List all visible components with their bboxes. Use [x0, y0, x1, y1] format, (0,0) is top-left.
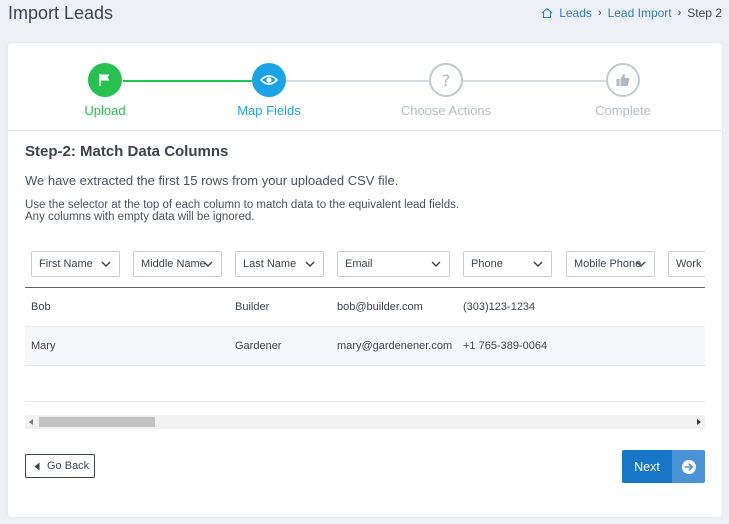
row-divider — [25, 365, 705, 366]
chevron-down-icon — [203, 261, 213, 267]
column-select-first-name[interactable]: First Name — [31, 251, 120, 277]
step-map-fields-circle — [252, 63, 286, 97]
intro-text: We have extracted the first 15 rows from… — [25, 173, 399, 188]
column-select-last-name[interactable]: Last Name — [235, 251, 324, 277]
go-back-label: Go Back — [47, 460, 90, 472]
step-upload-circle — [88, 63, 122, 97]
progress-steps: Upload Map Fields ? Choose Actions Compl… — [8, 43, 722, 131]
cell-phone: (303)123-1234 — [463, 301, 536, 313]
cell-first-name: Mary — [31, 340, 56, 352]
column-select-label: Last Name — [243, 258, 297, 270]
column-select-middle-name[interactable]: Middle Name — [133, 251, 222, 277]
column-select-label: First Name — [39, 258, 93, 270]
thumbs-up-icon — [616, 73, 630, 86]
eye-icon — [260, 75, 278, 85]
step-complete-label: Complete — [595, 103, 651, 118]
cell-first-name: Bob — [31, 301, 51, 313]
column-select-label: Email — [345, 258, 373, 270]
column-select-phone[interactable]: Phone — [463, 251, 552, 277]
row-divider — [25, 401, 705, 402]
column-select-label: Phone — [471, 258, 503, 270]
column-select-email[interactable]: Email — [337, 251, 450, 277]
step-choose-actions-label: Choose Actions — [400, 103, 492, 118]
breadcrumb: Leads › Lead Import › Step 2 — [541, 6, 722, 20]
cell-phone: +1 765-389-0064 — [463, 340, 548, 352]
top-bar: Import Leads Leads › Lead Import › Step … — [0, 0, 729, 40]
step-map-fields: Map Fields — [209, 63, 329, 118]
column-select-mobile-phone[interactable]: Mobile Phone — [566, 251, 655, 277]
step-upload: Upload — [45, 63, 165, 118]
help-text-line2: Any columns with empty data will be igno… — [25, 211, 255, 223]
step-complete: Complete — [563, 63, 683, 118]
chevron-down-icon — [533, 261, 543, 267]
next-icon-area — [672, 450, 705, 483]
cell-last-name: Gardener — [235, 340, 282, 352]
chevron-down-icon — [305, 261, 315, 267]
question-icon: ? — [441, 70, 451, 90]
step-upload-label: Upload — [84, 103, 126, 118]
breadcrumb-current: Step 2 — [687, 6, 722, 20]
step-choose-actions-circle: ? — [429, 63, 463, 97]
column-select-work-phone[interactable]: Work Phone — [668, 251, 705, 277]
step-content: Step-2: Match Data Columns We have extra… — [25, 143, 705, 223]
data-grid: First Name Middle Name Last Name Email P… — [25, 243, 705, 426]
column-select-label: Work Phone — [676, 258, 705, 270]
page-title: Import Leads — [8, 3, 114, 23]
cell-last-name: Builder — [235, 301, 270, 313]
breadcrumb-leads-link[interactable]: Leads — [559, 6, 592, 20]
cell-email: mary@gardenener.com — [337, 340, 453, 352]
go-back-button[interactable]: Go Back — [25, 454, 95, 478]
column-select-label: Mobile Phone — [574, 258, 642, 270]
caret-left-icon — [34, 462, 40, 470]
chevron-down-icon — [636, 261, 646, 267]
column-select-label: Middle Name — [141, 258, 206, 270]
step-complete-circle — [606, 63, 640, 97]
chevron-down-icon — [431, 261, 441, 267]
chevron-down-icon — [101, 261, 111, 267]
scroll-left-arrow-icon[interactable] — [29, 419, 33, 425]
breadcrumb-separator-icon: › — [677, 7, 682, 19]
home-icon[interactable] — [541, 7, 553, 19]
step-map-fields-label: Map Fields — [237, 103, 301, 118]
scroll-right-arrow-icon[interactable] — [697, 419, 701, 425]
next-label: Next — [622, 450, 672, 483]
breadcrumb-separator-icon: › — [597, 7, 602, 19]
section-heading: Step-2: Match Data Columns — [25, 143, 229, 160]
horizontal-scrollbar[interactable] — [25, 415, 705, 429]
help-text-line1: Use the selector at the top of each colu… — [25, 199, 460, 211]
next-button[interactable]: Next — [622, 450, 705, 483]
breadcrumb-lead-import-link[interactable]: Lead Import — [608, 6, 672, 20]
step-choose-actions: ? Choose Actions — [386, 63, 506, 118]
table-row: Bob Builder bob@builder.com (303)123-123… — [25, 288, 705, 326]
import-card: Upload Map Fields ? Choose Actions Compl… — [8, 43, 722, 517]
arrow-right-circle-icon — [681, 459, 696, 474]
cell-email: bob@builder.com — [337, 301, 423, 313]
scrollbar-thumb[interactable] — [39, 417, 155, 427]
flag-icon — [99, 74, 110, 86]
table-row: Mary Gardener mary@gardenener.com +1 765… — [25, 327, 705, 365]
